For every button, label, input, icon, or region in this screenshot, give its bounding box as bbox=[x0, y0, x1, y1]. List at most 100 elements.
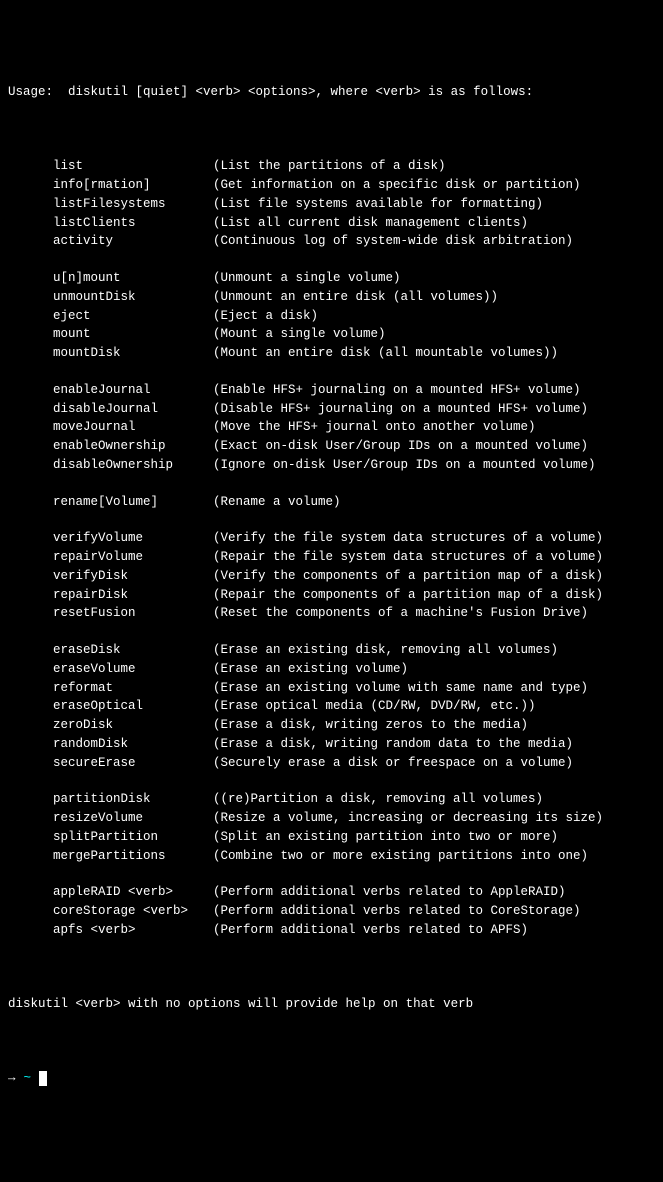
help-row: activity(Continuous log of system-wide d… bbox=[8, 232, 655, 251]
verb-description: (Resize a volume, increasing or decreasi… bbox=[213, 809, 655, 828]
help-row: resizeVolume(Resize a volume, increasing… bbox=[8, 809, 655, 828]
indent bbox=[8, 325, 53, 344]
verb-name: splitPartition bbox=[53, 828, 213, 847]
verb-name: randomDisk bbox=[53, 735, 213, 754]
verb-description: (Erase optical media (CD/RW, DVD/RW, etc… bbox=[213, 697, 655, 716]
verb-name: repairVolume bbox=[53, 548, 213, 567]
help-section: list(List the partitions of a disk)info[… bbox=[8, 157, 655, 251]
verb-name: appleRAID <verb> bbox=[53, 883, 213, 902]
indent bbox=[8, 921, 53, 940]
indent bbox=[8, 548, 53, 567]
verb-name: rename[Volume] bbox=[53, 493, 213, 512]
verb-name: repairDisk bbox=[53, 586, 213, 605]
help-section: enableJournal(Enable HFS+ journaling on … bbox=[8, 381, 655, 475]
indent bbox=[8, 790, 53, 809]
help-section: eraseDisk(Erase an existing disk, removi… bbox=[8, 641, 655, 772]
help-row: eraseVolume(Erase an existing volume) bbox=[8, 660, 655, 679]
help-row: reformat(Erase an existing volume with s… bbox=[8, 679, 655, 698]
verb-name: verifyVolume bbox=[53, 529, 213, 548]
verb-name: eject bbox=[53, 307, 213, 326]
indent bbox=[8, 307, 53, 326]
help-row: mount(Mount a single volume) bbox=[8, 325, 655, 344]
verb-description: (Erase a disk, writing random data to th… bbox=[213, 735, 655, 754]
indent bbox=[8, 288, 53, 307]
indent bbox=[8, 716, 53, 735]
verb-description: (Mount an entire disk (all mountable vol… bbox=[213, 344, 655, 363]
help-row: appleRAID <verb>(Perform additional verb… bbox=[8, 883, 655, 902]
usage-line: Usage: diskutil [quiet] <verb> <options>… bbox=[8, 83, 655, 102]
verb-description: (Reset the components of a machine's Fus… bbox=[213, 604, 655, 623]
verb-description: (Erase an existing volume) bbox=[213, 660, 655, 679]
help-row: eject(Eject a disk) bbox=[8, 307, 655, 326]
help-row: secureErase(Securely erase a disk or fre… bbox=[8, 754, 655, 773]
verb-name: eraseOptical bbox=[53, 697, 213, 716]
verb-description: (List the partitions of a disk) bbox=[213, 157, 655, 176]
verb-name: reformat bbox=[53, 679, 213, 698]
indent bbox=[8, 660, 53, 679]
help-row: mountDisk(Mount an entire disk (all moun… bbox=[8, 344, 655, 363]
verb-name: coreStorage <verb> bbox=[53, 902, 213, 921]
verb-description: (Perform additional verbs related to App… bbox=[213, 883, 655, 902]
verb-description: (Verify the file system data structures … bbox=[213, 529, 655, 548]
help-row: enableOwnership(Exact on-disk User/Group… bbox=[8, 437, 655, 456]
help-row: coreStorage <verb>(Perform additional ve… bbox=[8, 902, 655, 921]
verb-name: resetFusion bbox=[53, 604, 213, 623]
verb-description: (Unmount an entire disk (all volumes)) bbox=[213, 288, 655, 307]
help-section: u[n]mount(Unmount a single volume)unmoun… bbox=[8, 269, 655, 363]
help-row: verifyVolume(Verify the file system data… bbox=[8, 529, 655, 548]
indent bbox=[8, 754, 53, 773]
indent bbox=[8, 418, 53, 437]
help-row: splitPartition(Split an existing partiti… bbox=[8, 828, 655, 847]
help-row: eraseDisk(Erase an existing disk, removi… bbox=[8, 641, 655, 660]
indent bbox=[8, 883, 53, 902]
indent bbox=[8, 567, 53, 586]
indent bbox=[8, 604, 53, 623]
verb-description: (Exact on-disk User/Group IDs on a mount… bbox=[213, 437, 655, 456]
verb-description: (Repair the file system data structures … bbox=[213, 548, 655, 567]
help-row: partitionDisk((re)Partition a disk, remo… bbox=[8, 790, 655, 809]
verb-name: listFilesystems bbox=[53, 195, 213, 214]
verb-name: mount bbox=[53, 325, 213, 344]
verb-description: (Rename a volume) bbox=[213, 493, 655, 512]
verb-description: (Perform additional verbs related to APF… bbox=[213, 921, 655, 940]
indent bbox=[8, 828, 53, 847]
help-row: zeroDisk(Erase a disk, writing zeros to … bbox=[8, 716, 655, 735]
indent bbox=[8, 847, 53, 866]
verb-description: (Unmount a single volume) bbox=[213, 269, 655, 288]
help-row: repairVolume(Repair the file system data… bbox=[8, 548, 655, 567]
verb-name: moveJournal bbox=[53, 418, 213, 437]
verb-description: (Get information on a specific disk or p… bbox=[213, 176, 655, 195]
help-row: resetFusion(Reset the components of a ma… bbox=[8, 604, 655, 623]
cursor-icon bbox=[39, 1071, 47, 1086]
help-section: verifyVolume(Verify the file system data… bbox=[8, 529, 655, 623]
help-row: mergePartitions(Combine two or more exis… bbox=[8, 847, 655, 866]
verb-name: eraseDisk bbox=[53, 641, 213, 660]
verb-description: (List file systems available for formatt… bbox=[213, 195, 655, 214]
verb-description: (Repair the components of a partition ma… bbox=[213, 586, 655, 605]
verb-description: (Eject a disk) bbox=[213, 307, 655, 326]
help-row: moveJournal(Move the HFS+ journal onto a… bbox=[8, 418, 655, 437]
verb-name: disableOwnership bbox=[53, 456, 213, 475]
verb-name: enableJournal bbox=[53, 381, 213, 400]
indent bbox=[8, 437, 53, 456]
verb-name: eraseVolume bbox=[53, 660, 213, 679]
indent bbox=[8, 641, 53, 660]
shell-prompt[interactable]: → ~ bbox=[8, 1069, 655, 1088]
verb-name: partitionDisk bbox=[53, 790, 213, 809]
indent bbox=[8, 493, 53, 512]
indent bbox=[8, 344, 53, 363]
prompt-cwd: ~ bbox=[24, 1069, 32, 1088]
verb-name: secureErase bbox=[53, 754, 213, 773]
verb-name: u[n]mount bbox=[53, 269, 213, 288]
verb-description: (Mount a single volume) bbox=[213, 325, 655, 344]
verb-name: unmountDisk bbox=[53, 288, 213, 307]
indent bbox=[8, 157, 53, 176]
help-sections: list(List the partitions of a disk)info[… bbox=[8, 157, 655, 939]
indent bbox=[8, 176, 53, 195]
indent bbox=[8, 902, 53, 921]
help-row: disableOwnership(Ignore on-disk User/Gro… bbox=[8, 456, 655, 475]
help-section: rename[Volume](Rename a volume) bbox=[8, 493, 655, 512]
verb-description: (Enable HFS+ journaling on a mounted HFS… bbox=[213, 381, 655, 400]
verb-description: (Split an existing partition into two or… bbox=[213, 828, 655, 847]
help-section: appleRAID <verb>(Perform additional verb… bbox=[8, 883, 655, 939]
